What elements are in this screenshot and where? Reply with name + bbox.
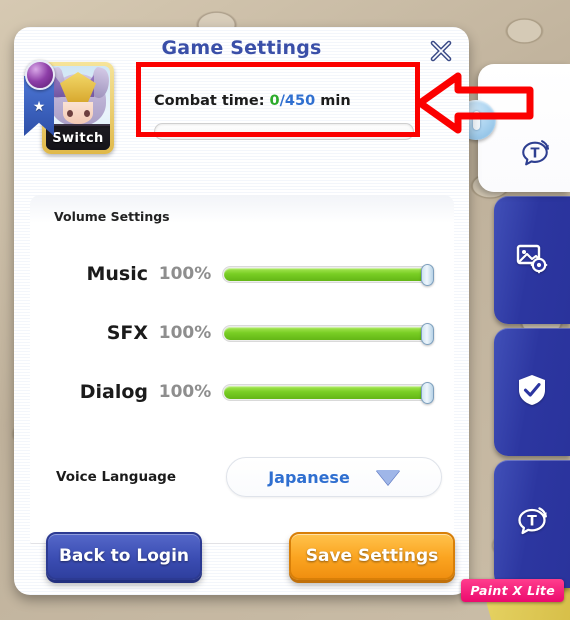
voice-language-row: Voice Language Japanese <box>30 457 454 497</box>
volume-settings-card: Volume Settings Music 100% SFX 100% Dial… <box>30 195 454 544</box>
purple-gem-icon <box>25 60 55 90</box>
chevron-down-icon <box>375 469 400 485</box>
slider-knob[interactable] <box>421 263 434 286</box>
volume-row-sfx: SFX 100% <box>30 316 454 350</box>
toggle-pill-bar <box>472 110 480 130</box>
avatar-eye-left <box>67 110 73 117</box>
volume-settings-title: Volume Settings <box>54 209 170 224</box>
slider-knob[interactable] <box>421 322 434 345</box>
close-x-icon[interactable] <box>427 37 455 65</box>
ribbon-star-icon: ★ <box>32 99 46 115</box>
rail-tab-shield-check[interactable] <box>494 328 570 456</box>
shield-check-icon <box>516 373 548 411</box>
combat-time-current: 0 <box>269 93 280 109</box>
svg-text:T: T <box>531 146 540 161</box>
slider-fill <box>224 385 432 399</box>
game-settings-dialog: Game Settings Switch ★ Combat time: 0/45… <box>14 27 469 595</box>
image-settings-icon <box>515 241 549 279</box>
slider-fill <box>224 267 432 281</box>
switch-button[interactable]: Switch <box>46 126 110 150</box>
side-panel-translate-icon[interactable]: T <box>518 138 552 174</box>
volume-value-dialog: 100% <box>158 382 212 402</box>
rail-tab-translate[interactable]: T <box>494 460 570 588</box>
volume-row-music: Music 100% <box>30 257 454 291</box>
combat-time-max: /450 <box>279 93 316 109</box>
voice-language-select[interactable]: Japanese <box>226 457 442 497</box>
volume-value-music: 100% <box>158 264 212 284</box>
volume-label-dialog: Dialog <box>79 381 148 403</box>
slider-fill <box>224 326 432 340</box>
voice-language-label: Voice Language <box>56 469 176 485</box>
secondary-side-panel: T <box>456 64 570 192</box>
avatar-eye-right <box>84 110 90 117</box>
screenshot-stage: T T Game Settings Switch ★ Combat time: … <box>0 0 570 620</box>
translate-icon: T <box>514 505 550 543</box>
combat-time-prefix: Combat time: <box>154 93 270 109</box>
voice-language-value: Japanese <box>268 467 350 487</box>
volume-row-dialog: Dialog 100% <box>30 375 454 409</box>
avatar[interactable]: Switch ★ <box>24 60 114 154</box>
combat-time-label: Combat time: 0/450 min <box>154 93 430 109</box>
volume-label-music: Music <box>86 263 148 285</box>
paint-x-lite-watermark: Paint X Lite <box>461 579 564 602</box>
volume-slider-sfx[interactable] <box>222 322 434 345</box>
combat-time-section: Combat time: 0/450 min <box>154 93 430 140</box>
slider-knob[interactable] <box>421 381 434 404</box>
page-title: Game Settings <box>161 37 322 59</box>
back-to-login-button[interactable]: Back to Login <box>46 532 202 580</box>
combat-time-suffix: min <box>315 93 351 109</box>
side-tab-rail: T <box>494 196 570 592</box>
rail-tab-image-settings[interactable] <box>494 196 570 324</box>
avatar-portrait: Switch <box>46 66 110 150</box>
volume-value-sfx: 100% <box>158 323 212 343</box>
combat-time-progress-bar <box>154 123 414 140</box>
save-settings-button[interactable]: Save Settings <box>289 532 455 580</box>
volume-label-sfx: SFX <box>106 322 148 344</box>
svg-text:T: T <box>527 514 537 530</box>
volume-slider-music[interactable] <box>222 263 434 286</box>
volume-slider-dialog[interactable] <box>222 381 434 404</box>
